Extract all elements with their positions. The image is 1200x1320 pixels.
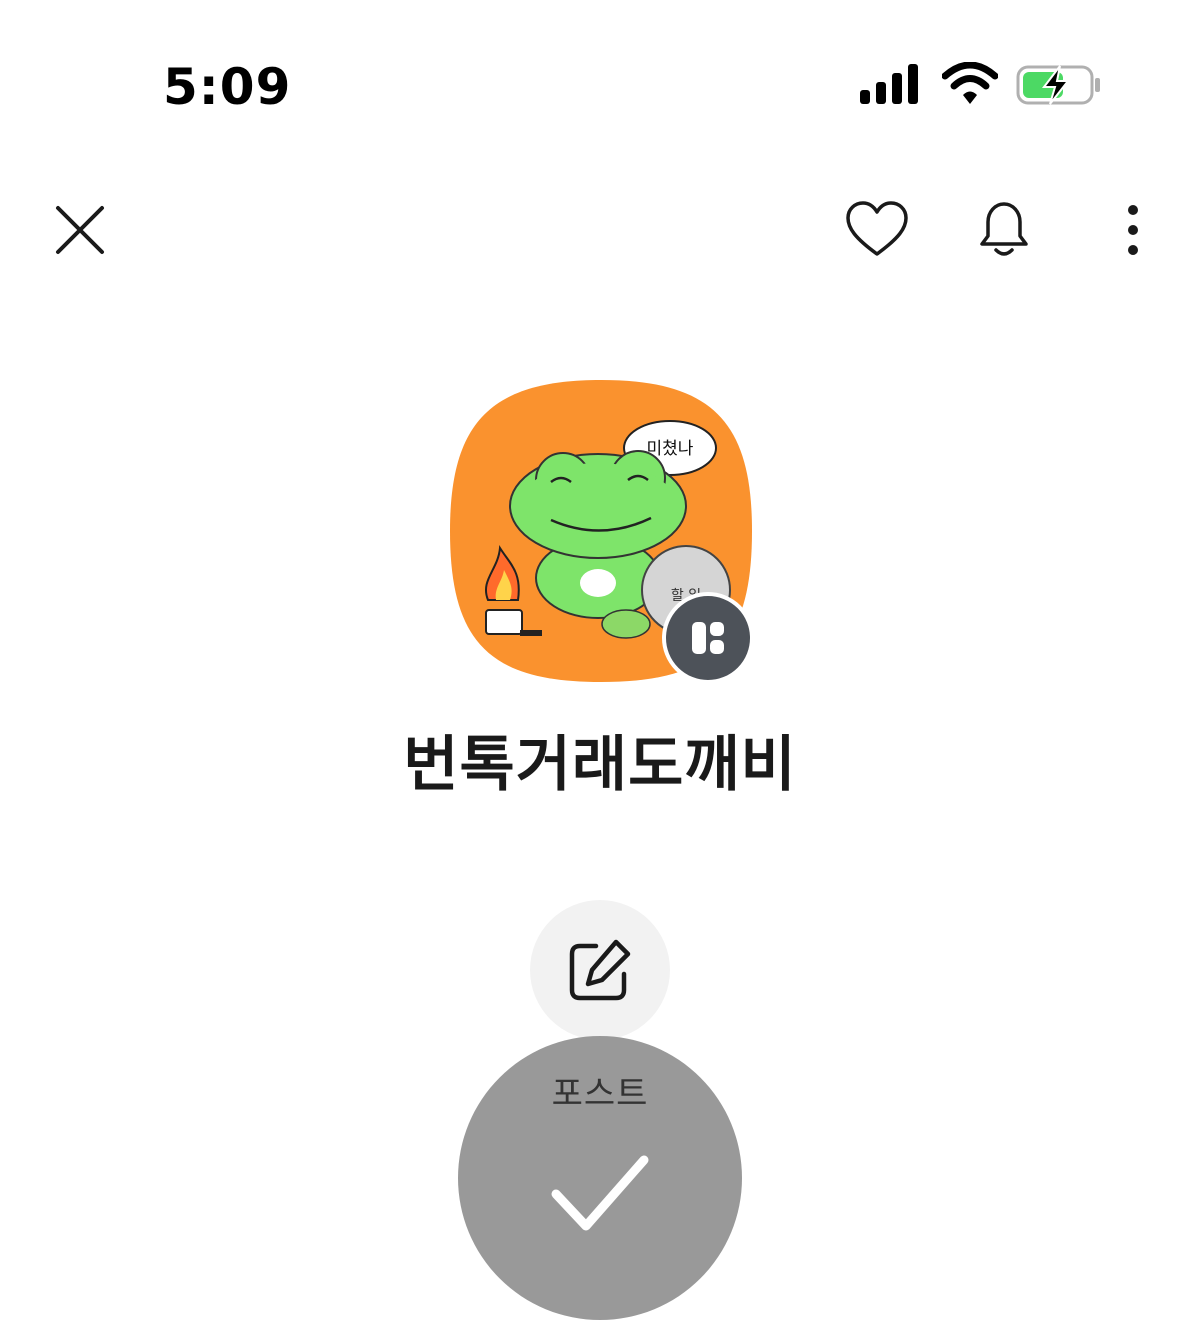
- write-post-button[interactable]: [530, 900, 670, 1040]
- channel-name: 번톡거래도깨비: [403, 730, 797, 800]
- bell-icon[interactable]: [974, 198, 1034, 262]
- check-icon: [551, 1155, 649, 1231]
- close-icon[interactable]: [50, 200, 110, 260]
- battery-charging-icon: [1016, 65, 1100, 105]
- status-time: 5:09: [163, 58, 292, 116]
- status-icons: [858, 62, 1108, 112]
- post-button[interactable]: 포스트: [458, 1036, 742, 1320]
- wifi-icon: [942, 62, 998, 104]
- channel-badge: [662, 592, 754, 684]
- channel-layout-icon: [692, 622, 724, 654]
- edit-icon: [569, 939, 631, 1001]
- cellular-signal-icon: [860, 64, 918, 104]
- post-label: 포스트: [551, 1074, 649, 1114]
- more-vertical-icon[interactable]: [1121, 200, 1145, 260]
- profile-avatar[interactable]: 미쳤나 할 일: [448, 378, 754, 684]
- heart-icon[interactable]: [845, 200, 909, 260]
